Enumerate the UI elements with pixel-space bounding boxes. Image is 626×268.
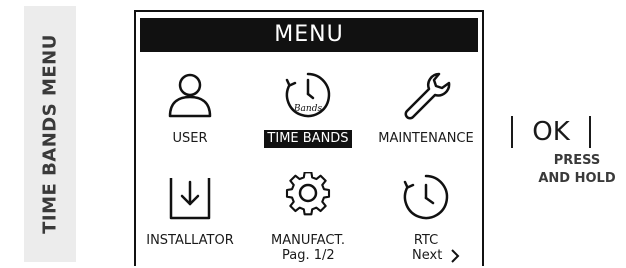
hint-line-1: PRESS <box>553 153 601 168</box>
ok-button-label: OK <box>532 117 570 147</box>
menu-item-label: USER <box>172 131 208 146</box>
menu-item-installator[interactable]: INSTALLATOR <box>136 172 246 262</box>
clock-bands-icon-text: Bands <box>293 104 323 114</box>
hint-line-2: AND HOLD <box>538 171 616 186</box>
chevron-right-icon <box>451 248 460 263</box>
next-page-button[interactable]: Next <box>412 248 460 263</box>
wrench-icon <box>404 72 451 120</box>
ok-right-bar <box>589 116 591 148</box>
menu-item-maintenance[interactable]: MAINTENANCE <box>370 70 482 160</box>
download-box-icon <box>169 178 211 220</box>
menu-title: MENU <box>140 18 478 52</box>
menu-item-label: MAINTENANCE <box>378 131 474 146</box>
menu-item-label: TIME BANDS <box>264 130 352 148</box>
page-indicator: Pag. 1/2 <box>282 248 335 263</box>
user-icon <box>168 73 212 118</box>
menu-item-user[interactable]: USER <box>136 70 246 160</box>
clock-bands-icon: Bands <box>285 72 331 118</box>
side-title: TIME BANDS MENU <box>39 34 61 234</box>
ok-button[interactable]: OK <box>511 112 591 152</box>
clock-icon <box>403 174 449 220</box>
gear-icon <box>285 172 331 216</box>
menu-item-label: INSTALLATOR <box>146 233 234 248</box>
display-screen: MENU USER Bands TIME BANDS MAINTENANCE I… <box>134 10 484 266</box>
menu-item-time-bands[interactable]: Bands TIME BANDS <box>252 70 364 160</box>
press-and-hold-hint: PRESS AND HOLD <box>517 152 626 188</box>
next-page-label: Next <box>412 248 443 263</box>
